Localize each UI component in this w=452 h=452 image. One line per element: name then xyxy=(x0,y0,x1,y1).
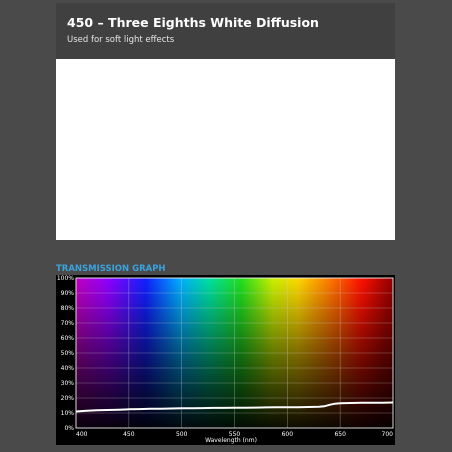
y-tick-label: 10% xyxy=(61,410,75,417)
filter-header: 450 – Three Eighths White Diffusion Used… xyxy=(56,3,395,59)
color-swatch xyxy=(56,59,395,240)
x-tick-label: 600 xyxy=(282,431,294,438)
y-tick-label: 20% xyxy=(61,395,75,402)
filter-title: 450 – Three Eighths White Diffusion xyxy=(67,15,319,30)
x-tick-label: 450 xyxy=(123,431,135,438)
y-tick-label: 0% xyxy=(64,425,74,432)
y-tick-label: 50% xyxy=(61,350,75,357)
filter-subtitle: Used for soft light effects xyxy=(67,35,175,45)
y-tick-label: 70% xyxy=(61,320,75,327)
x-axis-label: Wavelength (nm) xyxy=(205,437,257,444)
y-tick-label: 40% xyxy=(61,365,75,372)
x-tick-label: 400 xyxy=(76,431,88,438)
y-tick-label: 100% xyxy=(57,275,74,282)
x-tick-label: 650 xyxy=(334,431,346,438)
x-tick-label: 500 xyxy=(176,431,188,438)
graph-heading: TRANSMISSION GRAPH xyxy=(56,264,166,274)
transmission-chart-svg: 0% 10% 20% 30% 40% 50% 60% 70% 80% 90% 100% 400 450… xyxy=(57,275,394,444)
y-tick-label: 30% xyxy=(61,380,75,387)
y-tick-label: 90% xyxy=(61,290,75,297)
y-tick-label: 60% xyxy=(61,335,75,342)
y-tick-label: 80% xyxy=(61,305,75,312)
transmission-graph: 0% 10% 20% 30% 40% 50% 60% 70% 80% 90% 100% 400 450… xyxy=(56,275,395,445)
x-tick-label: 700 xyxy=(382,431,394,438)
